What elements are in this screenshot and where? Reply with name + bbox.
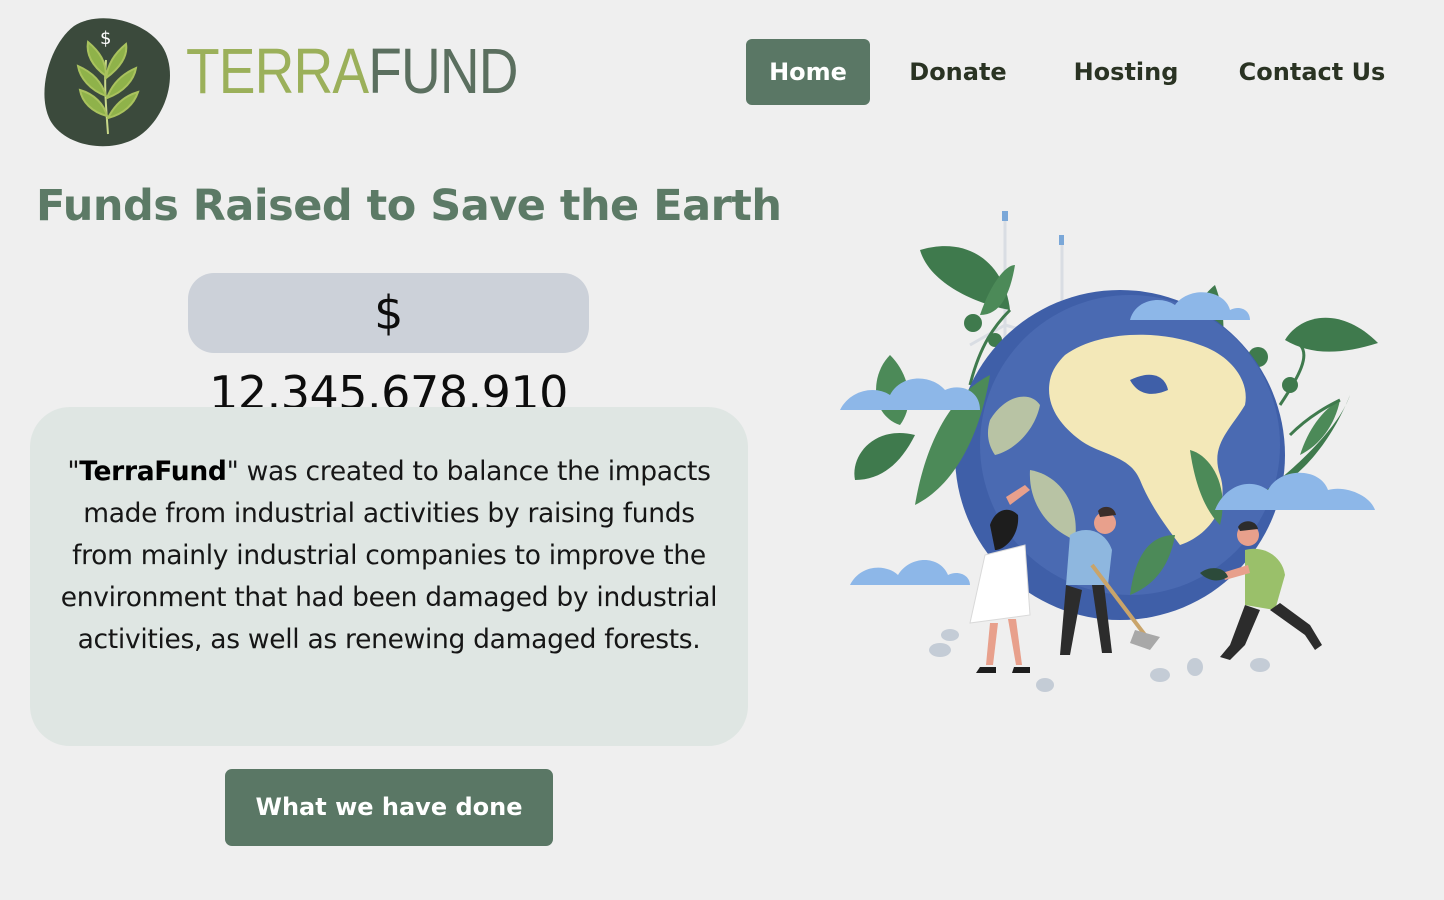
- leaf-dollar-logo-icon[interactable]: $: [44, 16, 172, 148]
- site-header: $ TERRAFUND Home Donate Hosting Contact …: [0, 0, 1444, 160]
- nav-contact-us[interactable]: Contact Us: [1230, 39, 1394, 105]
- logo-fund: FUND: [368, 35, 518, 107]
- funds-raised-amount: $ 12.345.678.910: [188, 273, 589, 420]
- about-text: "TerraFund" was created to balance the i…: [60, 456, 718, 655]
- about-brand-name: TerraFund: [79, 456, 227, 487]
- logo-terra: TERRA: [186, 35, 369, 107]
- page-title: Funds Raised to Save the Earth: [36, 181, 782, 231]
- nav-donate[interactable]: Donate: [892, 39, 1024, 105]
- nav-home[interactable]: Home: [746, 39, 870, 105]
- about-card: "TerraFund" was created to balance the i…: [30, 407, 748, 746]
- earth-planting-illustration: [840, 211, 1378, 692]
- logo-wordmark[interactable]: TERRAFUND: [186, 35, 519, 107]
- nav-hosting[interactable]: Hosting: [1054, 39, 1198, 105]
- what-we-have-done-button[interactable]: What we have done: [225, 769, 553, 846]
- logo-dollar-sign: $: [100, 28, 111, 49]
